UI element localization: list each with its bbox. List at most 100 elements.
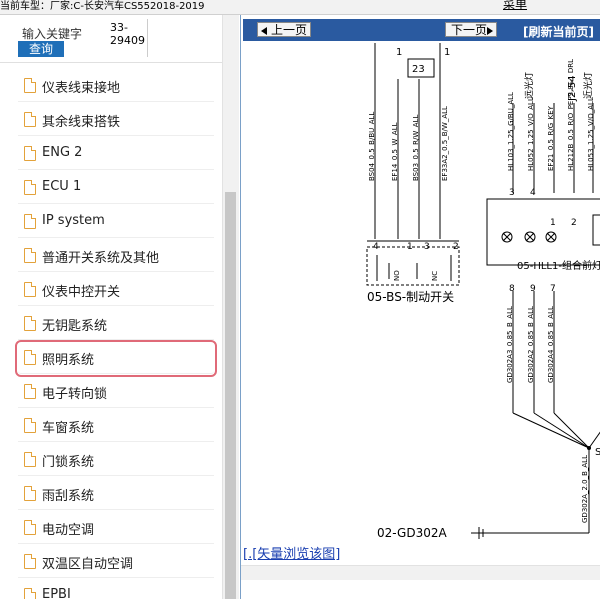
- brake-switch-name: 05-BS-制动开关: [367, 290, 454, 304]
- sidebar-item-window-system[interactable]: 车窗系统: [18, 411, 214, 442]
- wire-label: GD302A2_0.85_B_ALL: [527, 306, 535, 383]
- query-button[interactable]: 查询: [18, 41, 64, 57]
- connector-label: 1: [444, 47, 450, 58]
- relay-pin: 3: [509, 188, 515, 198]
- file-icon: [24, 112, 36, 127]
- sidebar-item-electric-ac[interactable]: 电动空调: [18, 513, 214, 544]
- prev-label: 上一页: [271, 23, 308, 37]
- switch-terminal: NO: [393, 270, 401, 281]
- file-icon: [24, 588, 36, 599]
- sidebar-item-wiper-system[interactable]: 雨刮系统: [18, 479, 214, 510]
- file-icon: [24, 350, 36, 365]
- relay-pin: 1: [550, 218, 556, 228]
- file-icon: [24, 316, 36, 331]
- sidebar-item-ecu1[interactable]: ECU 1: [18, 173, 214, 204]
- file-icon: [24, 214, 36, 229]
- sidebar-item-lighting-system[interactable]: 照明系统: [15, 340, 217, 377]
- splice-node-label: S: [595, 447, 600, 458]
- sidebar-item-other-harness-ground[interactable]: 其余线束搭铁: [18, 105, 214, 136]
- sidebar-item-instrument-switch[interactable]: 仪表中控开关: [18, 275, 214, 306]
- file-icon: [24, 282, 36, 297]
- wire-label: GD302A4_0.85_B_ALL: [547, 306, 555, 383]
- relay-pin: 9: [530, 284, 536, 294]
- lamp-icons: [501, 231, 557, 243]
- wire-label: GD302A_2.0_B_ALL: [581, 455, 589, 523]
- code-line: 33-: [110, 21, 128, 34]
- wire-label: HL053_1.25_V/O_ALL: [587, 97, 595, 171]
- scrollbar-thumb[interactable]: [225, 192, 236, 599]
- keyword-label: 输入关键字: [22, 27, 83, 41]
- wire-label: BS03_0.5_R/W_ALL: [412, 115, 420, 181]
- sidebar-item-label: 电子转向锁: [42, 387, 108, 402]
- sidebar-item-label: 仪表线束接地: [42, 81, 121, 96]
- sidebar-item-label: 照明系统: [42, 353, 95, 368]
- pin-label: 3: [424, 242, 430, 252]
- relay-pin: 2: [571, 218, 577, 228]
- wire-label: EF21_0.5_R/G_KEY: [547, 105, 555, 171]
- file-icon: [24, 520, 36, 535]
- wire-label: BS04_0.5_B/BU_ALL: [368, 112, 376, 181]
- prev-page-button[interactable]: 上一页: [257, 22, 311, 37]
- sidebar-item-eng2[interactable]: ENG 2: [18, 139, 214, 170]
- wire-label: HL103_1.25_G/BU_ALL: [507, 92, 515, 171]
- relay-pin: 8: [509, 284, 515, 294]
- pin-label: 1: [407, 242, 413, 252]
- file-icon: [24, 384, 36, 399]
- wire-function-label: 远光灯: [523, 72, 535, 99]
- sidebar-item-label: 无钥匙系统: [42, 319, 108, 334]
- viewer-nav-bar: 上一页 下一页 [刷新当前页]: [243, 19, 600, 41]
- sidebar-item-label: 车窗系统: [42, 421, 95, 436]
- arrow-right-icon: [487, 27, 493, 35]
- splice-node: [587, 446, 591, 450]
- wiring-diagram: 23 1 1 BS04_0.5_B/BU_ALL EF14_0.5_W_ALL …: [366, 43, 600, 540]
- sidebar-item-dual-zone-ac[interactable]: 双温区自动空调: [18, 547, 214, 578]
- brake-switch: [366, 240, 460, 286]
- sidebar-item-ip-system[interactable]: IP system: [18, 207, 214, 238]
- left-panel: 输入关键字 查询 33- 29409 仪表线束接地 其余线束搭铁 ENG 2 E…: [0, 15, 222, 599]
- sidebar-item-label: IP system: [42, 213, 105, 228]
- connector-label: 1: [396, 47, 402, 58]
- diagram-viewer: 上一页 下一页 [刷新当前页] 23 1 1 BS04_0.5_B/BU_ALL…: [240, 15, 600, 599]
- sidebar-scrollbar[interactable]: [222, 15, 239, 599]
- sidebar-item-steering-lock[interactable]: 电子转向锁: [18, 377, 214, 408]
- ground-name: 02-GD302A: [377, 526, 447, 540]
- relay-pin: 7: [550, 284, 556, 294]
- sidebar-item-label: ENG 2: [42, 145, 83, 160]
- pin-label: 2: [453, 242, 459, 252]
- arrow-left-icon: [261, 27, 267, 35]
- car-model-text: 当前车型：厂家:C-长安汽车CS552018-2019: [0, 1, 205, 12]
- sidebar-item-instrument-harness-ground[interactable]: 仪表线束接地: [18, 71, 214, 102]
- sidebar-item-label: 电动空调: [42, 523, 95, 538]
- next-page-button[interactable]: 下一页: [445, 22, 497, 37]
- connector-23: 23: [412, 64, 425, 75]
- sidebar-item-label: 其余线束搭铁: [42, 115, 121, 130]
- connector-j2-54: J2-54: [567, 75, 578, 102]
- vector-view-link[interactable]: [.[矢量浏览该图]: [243, 543, 340, 562]
- sidebar-item-door-lock[interactable]: 门锁系统: [18, 445, 214, 476]
- wire-label: EF33A2_0.5_B/W_ALL: [441, 106, 449, 181]
- file-icon: [24, 486, 36, 501]
- relay-pin: 4: [530, 188, 536, 198]
- sidebar-item-label: 双温区自动空调: [42, 557, 134, 572]
- menu-link[interactable]: 菜单: [503, 0, 527, 12]
- search-area: 输入关键字 查询 33- 29409: [0, 15, 222, 63]
- code-text: 33- 29409: [110, 21, 150, 47]
- wire-label: EF14_0.5_W_ALL: [391, 122, 399, 181]
- file-icon: [24, 248, 36, 263]
- sidebar-item-keyless-system[interactable]: 无钥匙系统: [18, 309, 214, 340]
- wire-label: GD302A3_0.85_B_ALL: [506, 306, 514, 383]
- sidebar-item-label: 仪表中控开关: [42, 285, 121, 300]
- left-wires: [374, 43, 441, 239]
- sidebar-item-general-switch[interactable]: 普通开关系统及其他: [18, 241, 214, 272]
- code-divider: [147, 19, 148, 57]
- sidebar-item-epbi[interactable]: EPBI: [18, 581, 214, 599]
- viewer-horizontal-scrollbar[interactable]: [241, 565, 600, 580]
- pin-label: 4: [373, 242, 379, 252]
- refresh-page-link[interactable]: [刷新当前页]: [523, 23, 594, 40]
- sidebar-item-label: EPBI: [42, 587, 71, 599]
- file-icon: [24, 180, 36, 195]
- sidebar-item-label: 普通开关系统及其他: [42, 251, 160, 266]
- file-icon: [24, 146, 36, 161]
- combo-lamp-name: 05-HLL1-组合前灯: [517, 259, 600, 272]
- top-info-bar: 当前车型：厂家:C-长安汽车CS552018-2019 菜单: [0, 0, 600, 15]
